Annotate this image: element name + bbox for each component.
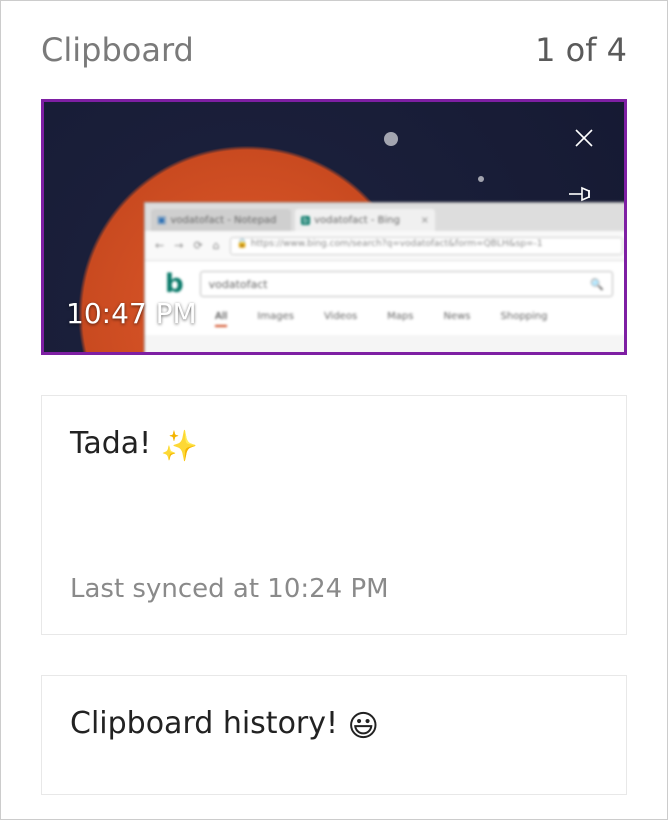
item-counter: 1 of 4 <box>535 31 627 69</box>
sparkles-icon: ✨ <box>161 429 198 464</box>
grinning-face-icon: 😃 <box>348 709 379 744</box>
clipboard-item-text[interactable]: Tada! ✨ Last synced at 10:24 PM <box>41 395 627 635</box>
delete-button[interactable] <box>566 120 602 156</box>
clipboard-text: Tada! ✨ <box>70 426 598 464</box>
sync-status: Last synced at 10:24 PM <box>70 574 598 604</box>
item-timestamp: 10:47 PM <box>66 297 197 330</box>
clipboard-item-text[interactable]: Clipboard history! 😃 <box>41 675 627 795</box>
clipboard-list[interactable]: ▣vodatofact - Notepad bvodatofact - Bing… <box>1 79 667 819</box>
clipboard-text: Clipboard history! 😃 <box>70 706 598 744</box>
clipboard-header: Clipboard 1 of 4 <box>1 1 667 79</box>
clipboard-item-image[interactable]: ▣vodatofact - Notepad bvodatofact - Bing… <box>41 99 627 355</box>
panel-title: Clipboard <box>41 31 194 69</box>
pin-button[interactable] <box>566 180 602 208</box>
close-icon <box>572 126 596 150</box>
pin-icon <box>569 184 599 204</box>
